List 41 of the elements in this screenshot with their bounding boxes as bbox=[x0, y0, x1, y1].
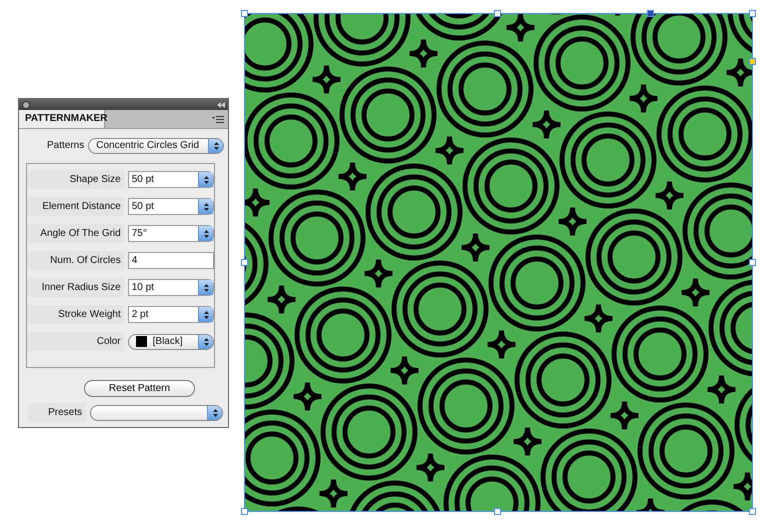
close-button-icon[interactable] bbox=[22, 100, 30, 108]
field-label: Shape Size bbox=[27, 170, 124, 189]
selection-handle[interactable] bbox=[749, 508, 756, 515]
stepper-field[interactable]: 2 pt bbox=[128, 306, 214, 323]
presets-dropdown[interactable] bbox=[90, 404, 223, 420]
selection-handle[interactable] bbox=[749, 58, 756, 65]
stepper-arrows-icon bbox=[202, 202, 210, 212]
field-label: Angle Of The Grid bbox=[27, 224, 124, 243]
panel-menu-icon[interactable] bbox=[212, 116, 224, 122]
reset-pattern-button[interactable]: Reset Pattern bbox=[84, 380, 195, 397]
stepper-arrows-icon bbox=[212, 140, 220, 150]
stepper-arrows-icon bbox=[202, 282, 210, 292]
stepper-field[interactable]: 50 pt bbox=[128, 198, 214, 215]
stepper-field[interactable]: 10 pt bbox=[128, 279, 214, 296]
patterns-dropdown[interactable]: Concentric Circles Grid bbox=[88, 138, 224, 154]
selection-handle[interactable] bbox=[749, 259, 756, 266]
field-label: Element Distance bbox=[27, 197, 124, 216]
patterns-label: Patterns bbox=[47, 140, 84, 151]
collapse-arrows-icon[interactable] bbox=[217, 102, 225, 108]
stepper-arrows-icon bbox=[202, 310, 210, 320]
selection-handle[interactable] bbox=[241, 10, 248, 17]
selection-handle[interactable] bbox=[749, 10, 756, 17]
stepper-arrows-icon bbox=[202, 174, 210, 184]
stepper-field[interactable]: 75° bbox=[128, 225, 214, 242]
stepper-field[interactable]: 50 pt bbox=[128, 171, 214, 188]
presets-label: Presets bbox=[28, 403, 86, 422]
selection-handle[interactable] bbox=[647, 10, 654, 17]
selection-handle[interactable] bbox=[494, 508, 501, 515]
field-label: Stroke Weight bbox=[27, 305, 124, 324]
selection-handle[interactable] bbox=[241, 259, 248, 266]
panel-tab[interactable]: PATTERNMAKER bbox=[19, 110, 105, 128]
stepper-arrows-icon bbox=[202, 336, 210, 346]
color-dropdown[interactable]: [Black] bbox=[128, 334, 214, 350]
field-label: Inner Radius Size bbox=[27, 278, 124, 297]
field-label: Num. Of Circles bbox=[27, 251, 124, 270]
stepper-arrows-icon bbox=[202, 228, 210, 238]
input-field[interactable]: 4 bbox=[128, 252, 214, 269]
selection-handle[interactable] bbox=[494, 10, 501, 17]
field-label: Color bbox=[27, 332, 124, 351]
stepper-arrows-icon bbox=[212, 408, 218, 418]
selection-handle[interactable] bbox=[241, 508, 248, 515]
